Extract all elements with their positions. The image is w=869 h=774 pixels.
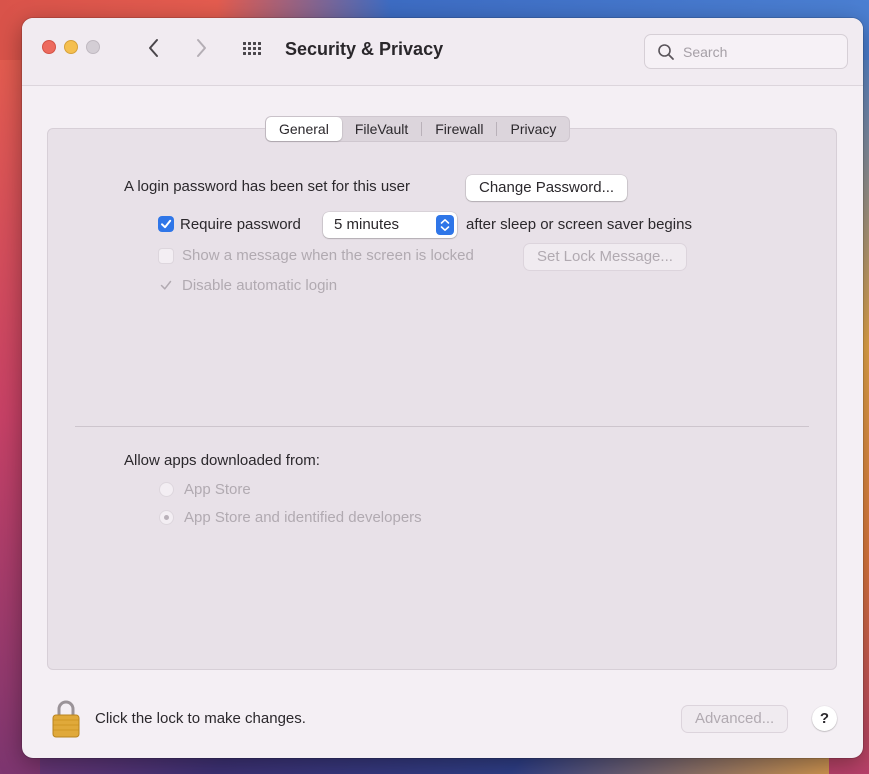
lock-message: Click the lock to make changes.	[95, 710, 306, 727]
require-password-delay-select[interactable]: 5 minutes	[323, 212, 457, 238]
window-title: Security & Privacy	[285, 39, 444, 59]
back-button[interactable]	[142, 34, 166, 62]
radio-app-store-identified-label: App Store and identified developers	[184, 509, 422, 526]
chevron-right-icon	[197, 39, 206, 57]
checkmark-icon	[160, 280, 172, 290]
tab-privacy[interactable]: Privacy	[497, 117, 569, 141]
tab-firewall[interactable]: Firewall	[422, 117, 496, 141]
radio-selected-dot	[164, 515, 169, 520]
disable-auto-login-label: Disable automatic login	[182, 277, 338, 294]
help-button[interactable]: ?	[812, 706, 837, 731]
tab-bar: General FileVault Firewall Privacy	[265, 116, 571, 142]
close-button[interactable]	[42, 40, 56, 54]
search-field[interactable]: Search	[644, 34, 848, 69]
forward-button[interactable]	[189, 34, 213, 62]
zoom-button[interactable]	[86, 40, 100, 54]
search-icon	[658, 44, 674, 60]
after-sleep-text: after sleep or screen saver begins	[466, 216, 692, 233]
security-privacy-window: Security & Privacy Search General FileVa…	[22, 18, 863, 758]
show-message-label: Show a message when the screen is locked	[182, 247, 474, 264]
tab-filevault[interactable]: FileVault	[342, 117, 421, 141]
show-message-checkbox[interactable]	[158, 248, 174, 264]
require-password-checkbox[interactable]	[158, 216, 174, 232]
section-divider	[75, 426, 809, 427]
chevron-left-icon	[149, 39, 158, 57]
search-placeholder: Search	[683, 44, 728, 60]
radio-app-store[interactable]	[159, 482, 174, 497]
title-bar: Security & Privacy Search	[22, 18, 863, 86]
checkmark-icon	[161, 219, 172, 229]
minimize-button[interactable]	[64, 40, 78, 54]
set-lock-message-button[interactable]: Set Lock Message...	[524, 244, 686, 270]
settings-panel	[47, 128, 837, 670]
radio-app-store-label: App Store	[184, 481, 251, 498]
allow-apps-heading: Allow apps downloaded from:	[124, 452, 320, 469]
login-password-text: A login password has been set for this u…	[124, 178, 410, 195]
tab-general[interactable]: General	[266, 117, 342, 141]
require-password-label: Require password	[180, 216, 301, 233]
lock-icon[interactable]	[52, 698, 80, 738]
radio-app-store-identified[interactable]	[159, 510, 174, 525]
select-arrows-icon	[436, 215, 454, 235]
show-all-grid-icon[interactable]	[243, 42, 261, 56]
advanced-button[interactable]: Advanced...	[682, 706, 788, 732]
disable-auto-login-checkbox[interactable]	[158, 277, 174, 296]
delay-select-value: 5 minutes	[334, 216, 400, 233]
change-password-button[interactable]: Change Password...	[466, 175, 628, 201]
